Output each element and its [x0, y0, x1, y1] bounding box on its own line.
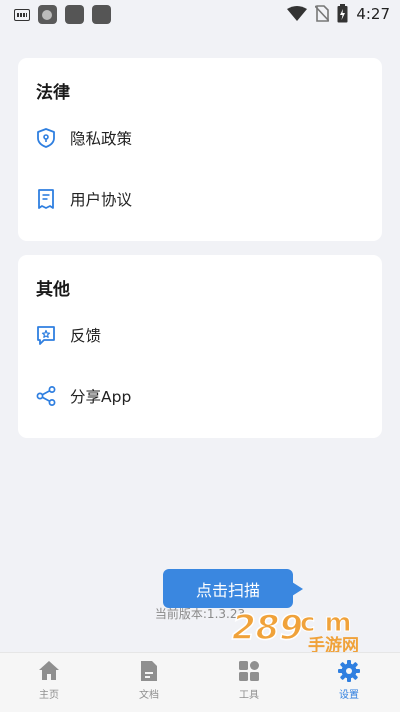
svg-text:c m: c m [300, 608, 352, 638]
app-notification-icon [38, 5, 57, 24]
legal-section-card: 法律 隐私政策 用户协议 [18, 58, 382, 241]
battery-charging-icon [337, 4, 348, 23]
svg-text:289: 289 [232, 608, 303, 648]
feedback-icon [34, 323, 58, 347]
home-icon [39, 661, 59, 680]
wifi-icon [287, 5, 308, 21]
app-notification-icon [92, 5, 111, 24]
grid-icon [239, 661, 259, 681]
section-title: 法律 [36, 83, 70, 103]
privacy-policy-item[interactable]: 隐私政策 [34, 118, 366, 158]
section-title: 其他 [36, 280, 70, 300]
bottom-navigation-bar: 主页 文档 工具 设置 [0, 652, 400, 712]
user-agreement-label: 用户协议 [70, 191, 133, 209]
user-agreement-item[interactable]: 用户协议 [34, 179, 366, 219]
document-icon [34, 187, 58, 211]
nav-settings-label: 设置 [339, 690, 359, 701]
privacy-policy-label: 隐私政策 [70, 130, 133, 148]
status-bar: 4:27 [0, 0, 400, 28]
nav-documents-label: 文档 [139, 690, 159, 701]
document-icon [141, 661, 157, 681]
nav-tools-label: 工具 [239, 690, 259, 701]
other-section-card: 其他 反馈 分享App [18, 255, 382, 438]
nav-tools[interactable]: 工具 [209, 659, 289, 701]
app-notification-icon [65, 5, 84, 24]
keyboard-icon [14, 8, 30, 21]
nav-settings[interactable]: 设置 [309, 659, 389, 701]
clock-time: 4:27 [356, 4, 390, 23]
nav-home[interactable]: 主页 [9, 659, 89, 701]
share-icon [34, 384, 58, 408]
share-app-item[interactable]: 分享App [34, 376, 366, 416]
no-sim-icon [315, 5, 330, 22]
share-app-label: 分享App [70, 388, 132, 406]
feedback-label: 反馈 [70, 327, 102, 345]
site-watermark-logo: 289 c m 手游网 [231, 607, 359, 655]
shield-icon [34, 126, 58, 150]
gear-icon [338, 660, 360, 682]
feedback-item[interactable]: 反馈 [34, 315, 366, 355]
nav-home-label: 主页 [39, 690, 59, 701]
nav-documents[interactable]: 文档 [109, 659, 189, 701]
scan-tooltip-button[interactable]: 点击扫描 [163, 569, 303, 608]
